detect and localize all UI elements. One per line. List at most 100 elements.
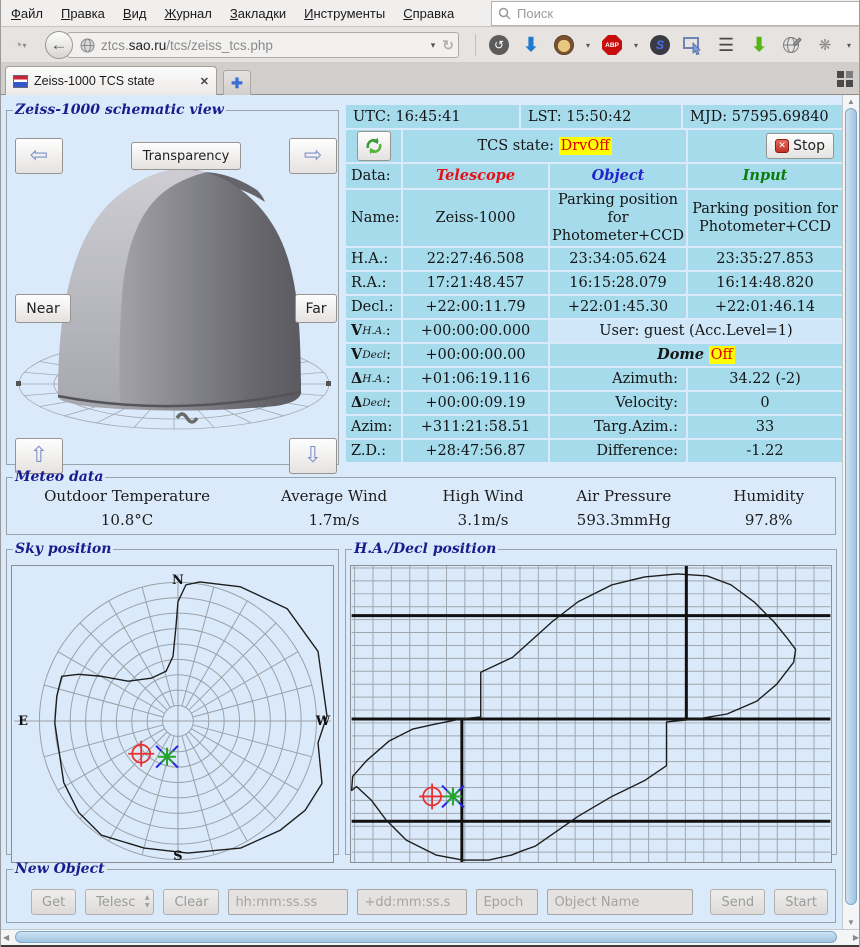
compass-east-label: E	[18, 714, 28, 729]
adblock-icon[interactable]: ABP	[602, 35, 622, 55]
azimuth-value: 34.22 (-2)	[688, 368, 842, 390]
ra-object: 16:15:28.079	[550, 272, 686, 294]
hadecl-position-legend: H.A./Decl position	[352, 541, 498, 557]
epoch-input[interactable]	[476, 889, 538, 915]
scroll-up-icon[interactable]: ▲	[843, 97, 859, 106]
meteo-high-wind: High Wind3.1m/s	[421, 487, 545, 529]
left-arrow-icon: ⇦	[30, 145, 48, 167]
element-picker-icon[interactable]	[682, 34, 704, 56]
menu-hamburger-icon[interactable]: ☰	[715, 34, 737, 56]
flagfox-dropdown-icon[interactable]: ▾	[847, 41, 851, 50]
menu-tools[interactable]: Инструменты	[304, 6, 385, 21]
zd-value: +28:47:56.87	[403, 440, 548, 462]
up-arrow-icon: ⇧	[30, 445, 48, 467]
menu-bar: Файл Правка Вид Журнал Закладки Инструме…	[1, 0, 860, 27]
start-button[interactable]: Start	[774, 889, 828, 915]
meteo-value: 3.1m/s	[458, 511, 509, 529]
url-dropdown-icon[interactable]: ▾	[431, 40, 436, 51]
schematic-view-panel: Zeiss-1000 schematic view	[6, 102, 339, 465]
tab-bar: Zeiss-1000 TCS state ✕ ✚	[1, 62, 860, 95]
stop-x-icon: ✕	[775, 139, 789, 153]
search-box[interactable]: Поиск	[491, 1, 860, 26]
object-name-input[interactable]	[547, 889, 693, 915]
table-row: R.A.: 17:21:48.457 16:15:28.079 16:14:48…	[346, 272, 842, 294]
new-tab-button[interactable]: ✚	[223, 70, 251, 95]
noscript-icon[interactable]: S	[650, 35, 670, 55]
reload-icon[interactable]: ↻	[442, 37, 454, 54]
get-button[interactable]: Get	[31, 889, 76, 915]
hadecl-position-plot	[350, 565, 832, 863]
vdecl-value: +00:00:00.00	[403, 344, 548, 366]
rotate-right-button[interactable]: ⇨	[289, 138, 337, 174]
refresh-button[interactable]	[357, 131, 391, 161]
data-label: Data:	[346, 164, 401, 188]
greasemonkey-icon[interactable]	[554, 35, 574, 55]
ra-input[interactable]	[228, 889, 348, 915]
lst-value: 15:50:42	[566, 108, 631, 126]
rotate-left-button[interactable]: ⇦	[15, 138, 63, 174]
scroll-down-icon[interactable]: ▼	[843, 918, 859, 927]
azim-value: +311:21:58.51	[403, 416, 548, 438]
name-telescope: Zeiss-1000	[403, 190, 548, 246]
menu-help[interactable]: Справка	[403, 6, 454, 21]
dec-input[interactable]	[357, 889, 467, 915]
tab-zeiss-tcs[interactable]: Zeiss-1000 TCS state ✕	[5, 66, 217, 95]
menu-file[interactable]: Файл	[11, 6, 43, 21]
tab-groups-icon[interactable]	[837, 71, 853, 87]
near-button[interactable]: Near	[15, 294, 71, 323]
vertical-scrollbar-thumb[interactable]	[845, 108, 857, 905]
telescope-column-header: Telescope	[403, 164, 548, 188]
menu-edit[interactable]: Правка	[61, 6, 105, 21]
ha-telescope: 22:27:46.508	[403, 248, 548, 270]
meteo-value: 97.8%	[745, 511, 793, 529]
menu-history[interactable]: Журнал	[164, 6, 211, 21]
tab-close-icon[interactable]: ✕	[200, 75, 209, 88]
url-bar[interactable]: ztcs.sao.ru/tcs/zeiss_tcs.php ▾ ↻	[67, 32, 459, 58]
scroll-left-icon[interactable]: ◀	[3, 933, 9, 942]
velocity-value: 0	[688, 392, 842, 414]
browser-window: Файл Правка Вид Журнал Закладки Инструме…	[0, 0, 860, 947]
scroll-right-icon[interactable]: ▶	[853, 933, 859, 942]
ha-input: 23:35:27.853	[688, 248, 842, 270]
right-arrow-icon: ⇨	[304, 145, 322, 167]
user-cell: User: guest (Acc.Level=1)	[550, 320, 842, 342]
menu-view[interactable]: Вид	[123, 6, 147, 21]
history-restore-icon[interactable]: ↺	[489, 35, 509, 55]
dha-value: +01:06:19.116	[403, 368, 548, 390]
azimuth-label: Azimuth:	[550, 368, 686, 390]
clear-button[interactable]: Clear	[163, 889, 219, 915]
adblock-dropdown-icon[interactable]: ▾	[634, 41, 638, 50]
vertical-scrollbar[interactable]: ▲ ▼	[842, 95, 859, 929]
search-placeholder: Поиск	[517, 6, 553, 21]
refresh-icon	[364, 136, 384, 156]
vha-value: +00:00:00.000	[403, 320, 548, 342]
session-restore-icon[interactable]: ◔▾	[5, 33, 35, 57]
decl-telescope: +22:00:11.79	[403, 296, 548, 318]
globe-edit-icon[interactable]	[781, 34, 803, 56]
flagfox-icon[interactable]: ❋	[814, 34, 836, 56]
menu-bookmarks[interactable]: Закладки	[230, 6, 286, 21]
download-helper-icon[interactable]: ⬇	[520, 34, 542, 56]
meteo-outdoor-temperature: Outdoor Temperature10.8°C	[7, 487, 247, 529]
back-button[interactable]: ←	[45, 31, 73, 59]
table-row: VH.A.: +00:00:00.000 User: guest (Acc.Le…	[346, 320, 842, 342]
transparency-button[interactable]: Transparency	[131, 142, 241, 170]
tcs-state-badge: DrvOff	[559, 137, 612, 155]
mjd-cell: MJD: 57595.69840	[683, 105, 842, 128]
send-button[interactable]: Send	[710, 889, 765, 915]
compass-north-label: N	[172, 573, 184, 588]
name-input: Parking position for Photometer+CCD	[688, 190, 842, 246]
horizontal-scrollbar[interactable]: ◀ ▶	[1, 929, 860, 945]
table-row: H.A.: 22:27:46.508 23:34:05.624 23:35:27…	[346, 248, 842, 270]
horizontal-scrollbar-thumb[interactable]	[15, 931, 837, 943]
far-button[interactable]: Far	[295, 294, 337, 323]
stop-button[interactable]: ✕ Stop	[766, 133, 834, 159]
hadecl-position-panel: H.A./Decl position	[345, 541, 837, 855]
table-row: VDecl: +00:00:00.00 Dome Off	[346, 344, 842, 366]
greasemonkey-dropdown-icon[interactable]: ▾	[586, 41, 590, 50]
tcs-state-cell: TCS state: DrvOff	[403, 130, 686, 162]
toolbar-separator	[475, 34, 476, 56]
difference-value: -1.22	[688, 440, 842, 462]
downloads-icon[interactable]: ⬇	[748, 34, 770, 56]
telesc-select[interactable]: Telesc▲▼	[85, 889, 154, 915]
